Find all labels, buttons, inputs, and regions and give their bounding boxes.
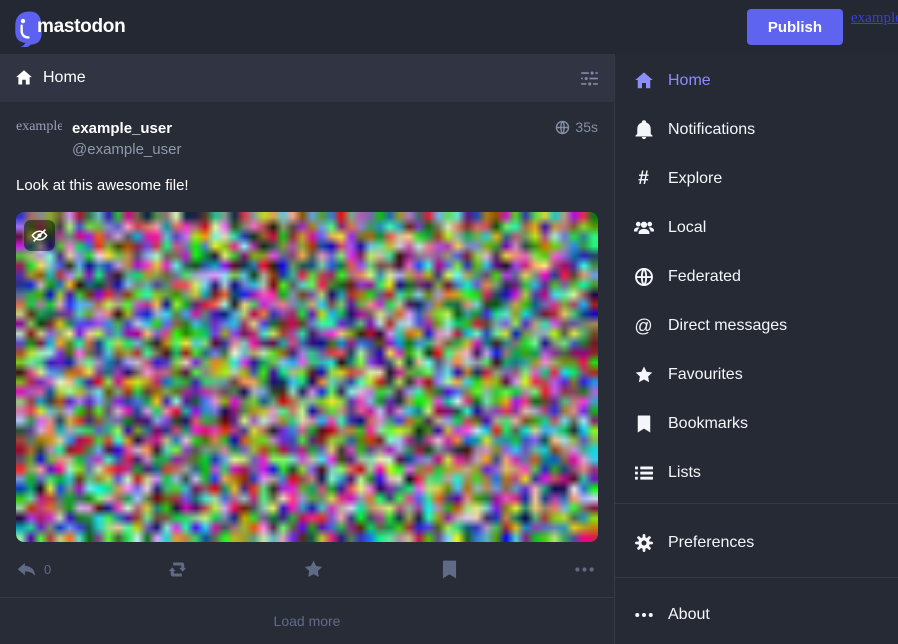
sidebar-item-label: Preferences [668, 531, 754, 554]
sidebar-item-label: Direct messages [668, 314, 787, 337]
sidebar-item-label: About [668, 603, 710, 626]
sidebar-item-notifications[interactable]: Notifications [615, 105, 898, 154]
sidebar-item-label: Lists [668, 461, 701, 484]
sidebar-item-label: Local [668, 216, 706, 239]
more-button[interactable] [574, 559, 595, 580]
content-area: Home example_user example_user [0, 54, 898, 644]
sidebar-item-label: Explore [668, 167, 722, 190]
column-title: Home [43, 69, 570, 87]
home-timeline-column: Home example_user example_user [0, 54, 614, 644]
status-content: Look at this awesome file! [16, 176, 598, 196]
avatar[interactable]: example_user [16, 118, 62, 164]
navigation-footer: Preferences About [615, 503, 898, 639]
favourite-button[interactable] [303, 559, 324, 580]
status-post: example_user example_user @example_user … [0, 102, 614, 597]
account-link[interactable]: example_user [851, 10, 898, 27]
navigation-panel: Home Notifications # Explore Local Federated @… [614, 54, 898, 644]
sidebar-item-favourites[interactable]: Favourites [615, 350, 898, 399]
navigation-main: Home Notifications # Explore Local Federated @… [615, 56, 898, 497]
sidebar-item-label: Bookmarks [668, 412, 748, 435]
status-action-bar: 0 [16, 556, 598, 582]
attachment-image[interactable] [16, 212, 598, 542]
sidebar-item-explore[interactable]: # Explore [615, 154, 898, 203]
users-icon [632, 218, 655, 238]
eye-slash-icon [30, 226, 49, 245]
hash-icon: # [632, 169, 655, 189]
ellipsis-icon [574, 559, 595, 580]
reply-button[interactable]: 0 [16, 559, 51, 580]
reply-icon [16, 559, 37, 580]
column-settings-button[interactable] [580, 69, 599, 88]
sidebar-item-label: Favourites [668, 363, 743, 386]
bookmark-icon [439, 559, 460, 580]
sidebar-item-bookmarks[interactable]: Bookmarks [615, 399, 898, 448]
mastodon-logo[interactable]: mastodon [8, 7, 125, 47]
sidebar-section: About [615, 577, 898, 639]
media-attachment[interactable] [16, 212, 598, 542]
gear-icon [632, 533, 655, 553]
sidebar-item-local[interactable]: Local [615, 203, 898, 252]
topbar-right: Publish example_user [747, 0, 898, 54]
publish-button[interactable]: Publish [747, 9, 843, 45]
timestamp-link[interactable]: 35s [555, 118, 598, 135]
globe-visibility-icon [555, 120, 570, 135]
globe-icon [632, 267, 655, 287]
reply-count: 0 [44, 562, 51, 577]
sidebar-item-direct-messages[interactable]: @ Direct messages [615, 301, 898, 350]
sidebar-item-preferences[interactable]: Preferences [615, 518, 898, 567]
star-icon [303, 559, 324, 580]
boost-button[interactable] [166, 559, 189, 580]
sidebar-item-about[interactable]: About [615, 590, 898, 639]
sidebar-section: Preferences [615, 503, 898, 567]
brand-wordmark: mastodon [37, 16, 125, 38]
sidebar-item-lists[interactable]: Lists [615, 448, 898, 497]
hide-media-button[interactable] [24, 220, 55, 251]
load-more-button[interactable]: Load more [0, 597, 614, 644]
star-icon [632, 365, 655, 385]
ellipsis-icon [632, 605, 655, 625]
status-header: example_user example_user @example_user … [16, 118, 598, 164]
display-name[interactable]: example_user [72, 120, 181, 137]
list-icon [632, 463, 655, 483]
bookmark-button[interactable] [439, 559, 460, 580]
timeline: example_user example_user @example_user … [0, 102, 614, 644]
bookmark-icon [632, 414, 655, 434]
sidebar-item-home[interactable]: Home [615, 56, 898, 105]
sidebar-item-label: Home [668, 69, 711, 92]
sidebar-item-label: Notifications [668, 118, 755, 141]
at-icon: @ [632, 316, 655, 336]
account-handle: @example_user [72, 141, 181, 158]
sidebar-item-federated[interactable]: Federated [615, 252, 898, 301]
boost-icon [166, 559, 189, 580]
column-header[interactable]: Home [0, 54, 614, 102]
timestamp: 35s [575, 119, 598, 135]
bell-icon [632, 120, 655, 140]
sidebar-item-label: Federated [668, 265, 741, 288]
sliders-icon [580, 69, 599, 88]
author-names: example_user @example_user [72, 118, 181, 164]
home-icon [15, 69, 33, 87]
home-icon [632, 71, 655, 91]
topbar: mastodon Publish example_user [0, 0, 898, 54]
